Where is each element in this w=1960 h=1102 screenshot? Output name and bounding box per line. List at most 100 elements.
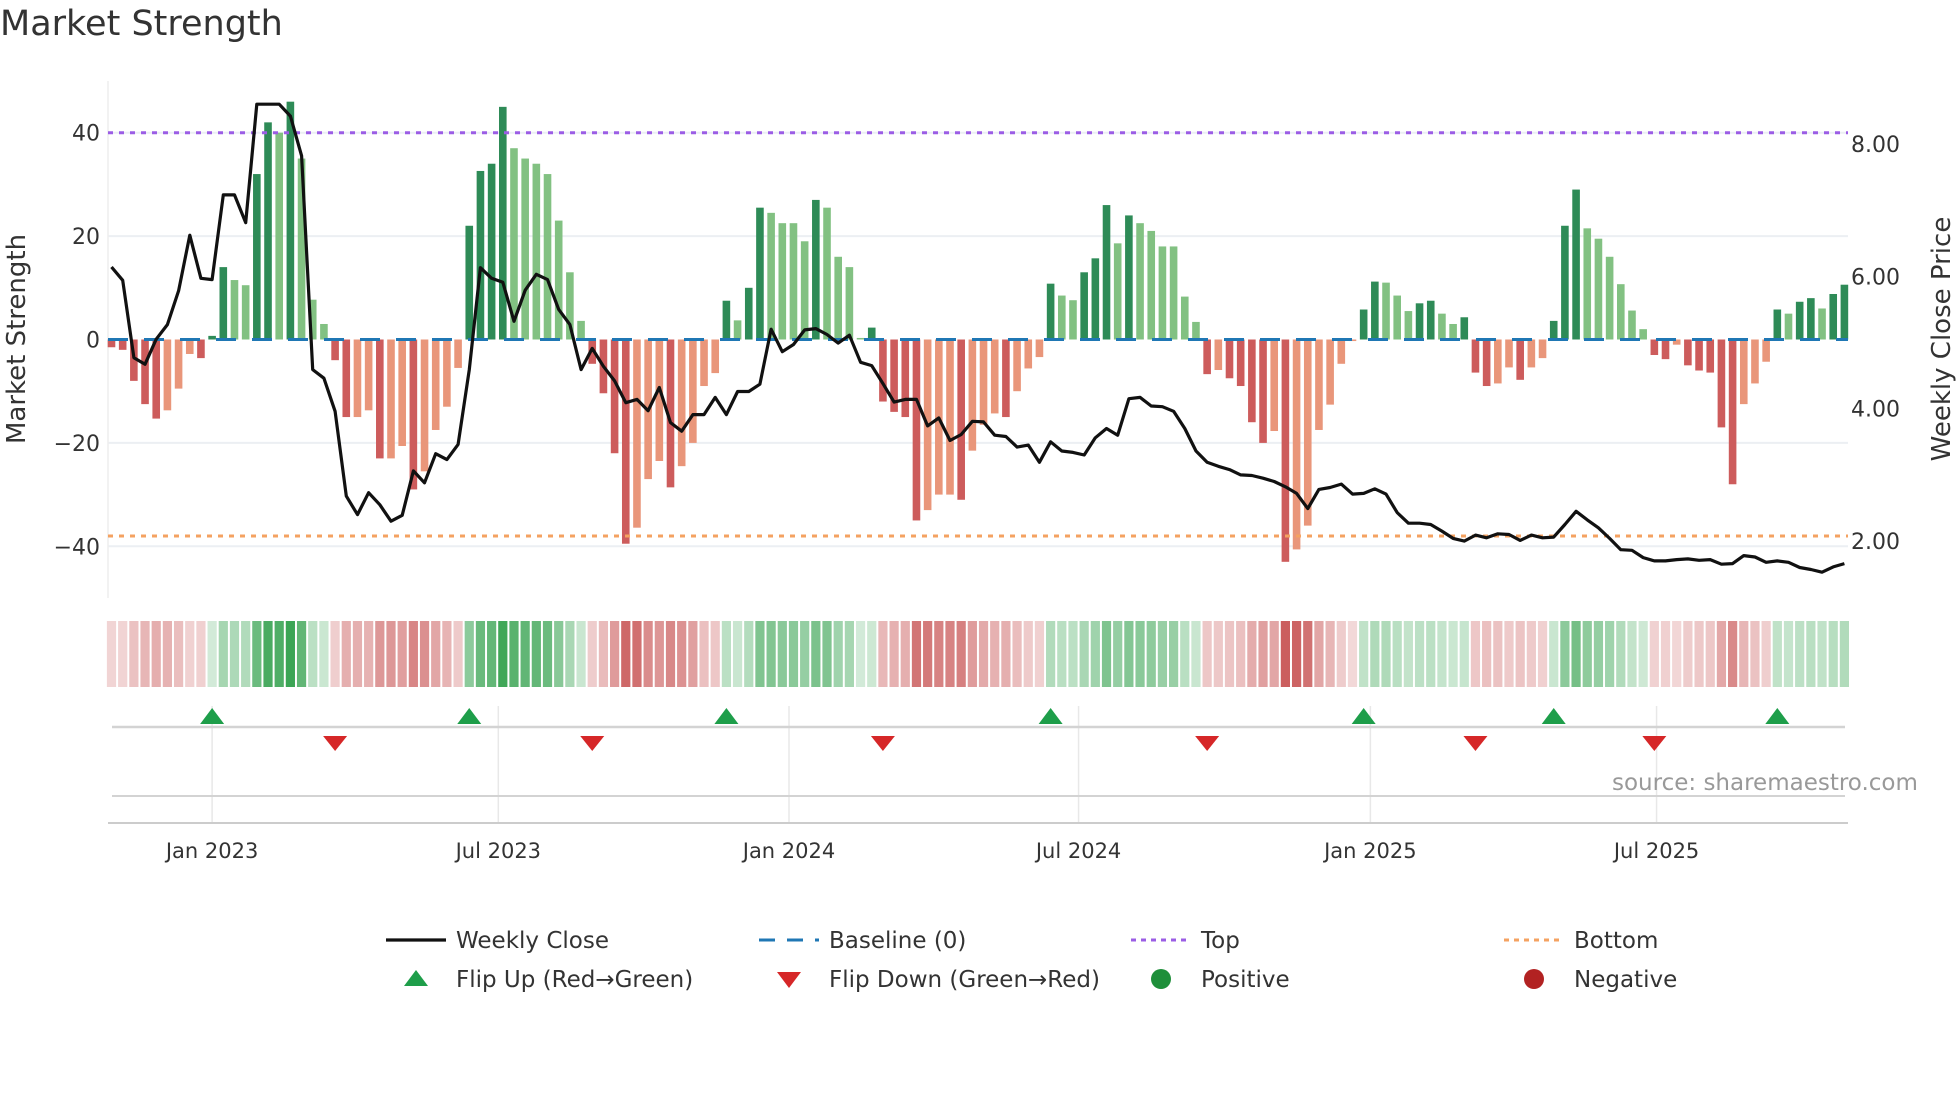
strip-cell <box>1448 621 1458 687</box>
strip-cell <box>1593 621 1604 687</box>
strip-cell <box>330 621 340 687</box>
strip-cell <box>1582 621 1592 687</box>
strip-cell <box>565 621 575 687</box>
strength-bar <box>1449 323 1457 340</box>
strength-bar <box>1762 339 1770 362</box>
strength-bar <box>1002 339 1010 418</box>
axes: 40 20 0 −20 −40 8.00 6.00 4.00 2.00 Jan 2023 Jul 2… <box>2 122 1957 863</box>
strip-cell <box>956 621 966 687</box>
strength-bar <box>342 339 351 418</box>
strip-cell <box>1303 621 1313 687</box>
strip-cell <box>732 621 743 687</box>
strip-cell <box>475 621 486 687</box>
strength-bar <box>1024 339 1033 369</box>
x-tick-label: Jan 2023 <box>164 839 259 863</box>
legend-triangle-up-icon <box>404 970 428 986</box>
strip-cell <box>1090 621 1100 687</box>
strip-cell <box>1716 621 1727 687</box>
strength-bar <box>443 339 451 407</box>
strip-cell <box>229 621 240 687</box>
strip-cell <box>162 621 172 687</box>
strip-cell <box>1370 621 1380 687</box>
strength-bar <box>1795 301 1804 340</box>
strength-bar <box>733 320 742 340</box>
strip-cell <box>431 621 441 687</box>
strength-bar <box>1180 296 1189 340</box>
strength-bar <box>1102 205 1111 340</box>
strip-cell <box>1023 621 1033 687</box>
strip-cell <box>833 621 843 687</box>
strip-cell <box>978 621 989 687</box>
strength-bar <box>812 199 820 340</box>
strip-cell <box>1236 621 1246 687</box>
strip-cell <box>1180 621 1190 687</box>
legend-circle-negative-icon <box>1524 969 1544 989</box>
strength-bar <box>700 339 708 387</box>
strength-bar <box>1404 311 1413 340</box>
strip-cell <box>867 621 877 687</box>
strip-cell <box>1258 621 1268 687</box>
strip-cell <box>677 621 687 687</box>
strength-bar <box>1292 339 1301 550</box>
strip-cell <box>1672 621 1682 687</box>
strip-cell <box>106 621 117 687</box>
strip-cell <box>308 621 318 687</box>
strength-bar <box>621 339 630 544</box>
strip-cell <box>1761 621 1771 687</box>
strip-cell <box>352 621 363 687</box>
strength-bar <box>1527 339 1536 368</box>
strength-bar <box>990 339 999 414</box>
strength-bar <box>1236 339 1245 387</box>
strength-bar <box>856 337 865 340</box>
flip-down-marker <box>1463 736 1488 751</box>
strength-bar <box>1684 339 1692 366</box>
strip-cell <box>375 621 385 687</box>
strength-bar <box>499 106 507 340</box>
legend-label: Negative <box>1574 967 1677 993</box>
y-tick-label: 40 <box>72 122 100 147</box>
strip-cell <box>911 621 922 687</box>
legend-circle-positive-icon <box>1151 969 1171 989</box>
strip-cell <box>766 621 776 687</box>
flip-up-marker <box>1765 708 1790 724</box>
strength-bar <box>174 339 183 389</box>
strip-cell <box>1660 621 1671 687</box>
strength-bar <box>1281 339 1290 562</box>
strength-bar <box>1695 339 1703 371</box>
strip-cell <box>1325 621 1335 687</box>
strength-bar <box>118 339 127 350</box>
strip-cell <box>1694 621 1704 687</box>
strength-bar <box>1203 339 1211 375</box>
strip-cell <box>788 621 799 687</box>
x-tick-label: Jul 2025 <box>1612 839 1699 863</box>
strip-cell <box>1079 621 1089 687</box>
source-note: source: sharemaestro.com <box>1612 770 1918 796</box>
strength-bar <box>800 241 809 340</box>
strip-cell <box>587 621 597 687</box>
strength-bar <box>1169 246 1178 340</box>
strip-cell <box>453 621 463 687</box>
strength-bar <box>521 158 529 340</box>
strip-cell <box>923 621 933 687</box>
strip-cell <box>1649 621 1659 687</box>
strip-cell <box>1403 621 1413 687</box>
strength-bar <box>1706 339 1715 373</box>
strength-bar <box>1594 238 1603 340</box>
strength-bar <box>867 327 876 340</box>
strip-cell <box>1314 621 1324 687</box>
strength-bar <box>1046 283 1055 340</box>
strength-bar <box>1214 339 1223 371</box>
strength-bar <box>610 339 619 454</box>
strip-cell <box>341 621 351 687</box>
strength-bar <box>465 225 474 340</box>
strip-cell <box>1414 621 1425 687</box>
y2-tick-label: 2.00 <box>1851 530 1900 555</box>
strength-bar <box>1650 339 1659 356</box>
strip-cell <box>1001 621 1011 687</box>
chart-canvas: 40 20 0 −20 −40 8.00 6.00 4.00 2.00 Jan 2023 Jul 2… <box>2 81 1957 993</box>
legend-label: Top <box>1200 928 1240 954</box>
strength-bar <box>789 223 798 340</box>
strength-bar <box>1426 300 1435 340</box>
strip-cell <box>1683 621 1693 687</box>
strip-cell <box>1224 621 1235 687</box>
